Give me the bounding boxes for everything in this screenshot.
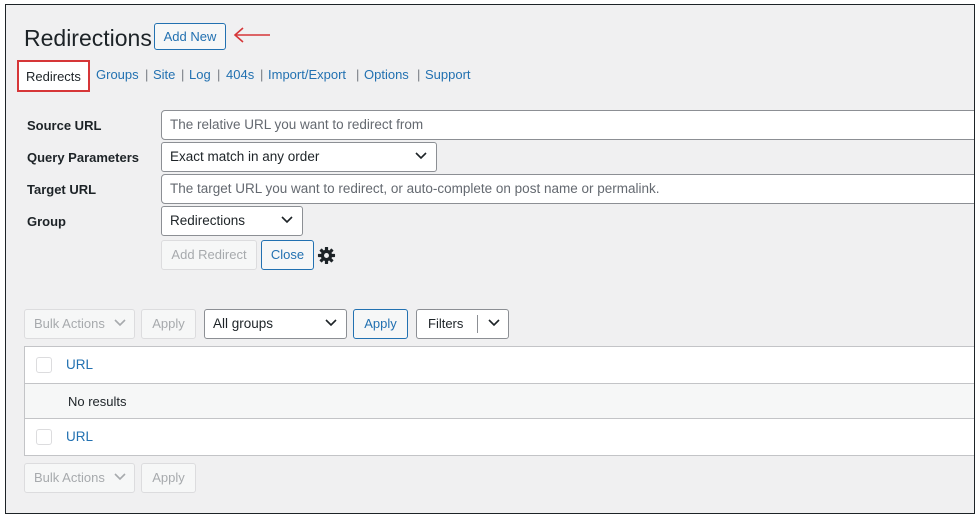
url-column-header[interactable]: URL xyxy=(66,357,93,372)
gear-icon[interactable] xyxy=(317,246,336,265)
query-parameters-select[interactable]: Exact match in any order xyxy=(161,142,437,172)
subnav-separator: | xyxy=(260,67,264,82)
url-column-footer[interactable]: URL xyxy=(66,429,93,444)
group-select[interactable]: Redirections xyxy=(161,206,303,236)
chevron-down-icon xyxy=(281,216,293,224)
subnav-log[interactable]: Log xyxy=(189,60,211,92)
bulk-actions-value: Bulk Actions xyxy=(34,316,105,331)
subnav-support[interactable]: Support xyxy=(425,60,471,92)
no-results-message: No results xyxy=(68,394,127,409)
source-url-label: Source URL xyxy=(27,118,102,133)
chevron-down-icon xyxy=(114,319,126,327)
select-all-checkbox-footer[interactable] xyxy=(36,429,52,445)
bulk-apply-button-bottom[interactable]: Apply xyxy=(141,463,196,493)
subnav-separator: | xyxy=(356,67,360,82)
select-all-checkbox[interactable] xyxy=(36,357,52,373)
subnav-separator: | xyxy=(417,67,421,82)
query-parameters-label: Query Parameters xyxy=(27,150,140,165)
close-button[interactable]: Close xyxy=(261,240,314,270)
group-filter-value: All groups xyxy=(213,316,274,331)
table-footer-row: URL xyxy=(25,419,974,455)
page-title: Redirections xyxy=(24,25,152,51)
bulk-apply-button[interactable]: Apply xyxy=(141,309,196,339)
filters-button[interactable]: Filters xyxy=(416,309,509,339)
subnav-404s[interactable]: 404s xyxy=(226,60,254,92)
add-redirect-button[interactable]: Add Redirect xyxy=(161,240,257,270)
group-label: Group xyxy=(27,214,66,229)
subnav-separator: | xyxy=(217,67,221,82)
target-url-input[interactable]: The target URL you want to redirect, or … xyxy=(161,174,974,204)
filters-divider xyxy=(477,315,478,333)
target-url-label: Target URL xyxy=(27,182,97,197)
bulk-actions-value-bottom: Bulk Actions xyxy=(34,470,105,485)
group-value: Redirections xyxy=(170,213,246,228)
chevron-down-icon xyxy=(415,152,427,160)
redirects-table: URL No results URL xyxy=(24,346,974,456)
chevron-down-icon xyxy=(114,473,126,481)
bulk-actions-select[interactable]: Bulk Actions xyxy=(24,309,135,339)
subnav-redirects[interactable]: Redirects xyxy=(17,60,90,92)
subnav-site[interactable]: Site xyxy=(153,60,175,92)
add-new-button[interactable]: Add New xyxy=(154,23,226,50)
chevron-down-icon[interactable] xyxy=(488,319,500,327)
bulk-actions-select-bottom[interactable]: Bulk Actions xyxy=(24,463,135,493)
left-arrow-icon xyxy=(233,27,270,43)
subnav-separator: | xyxy=(145,67,149,82)
subnav-separator: | xyxy=(181,67,185,82)
subnav-groups[interactable]: Groups xyxy=(96,60,139,92)
source-url-input[interactable]: The relative URL you want to redirect fr… xyxy=(161,110,974,140)
query-parameters-value: Exact match in any order xyxy=(170,149,320,164)
table-row: No results xyxy=(25,383,974,419)
subnav-options[interactable]: Options xyxy=(364,60,409,92)
redirection-admin-page: Redirections Add New Redirects Groups | … xyxy=(5,4,975,514)
filter-apply-button[interactable]: Apply xyxy=(353,309,408,339)
chevron-down-icon xyxy=(325,319,337,327)
subnav-import-export[interactable]: Import/Export xyxy=(268,60,346,92)
group-filter-select[interactable]: All groups xyxy=(204,309,347,339)
table-header-row: URL xyxy=(25,347,974,383)
filters-label: Filters xyxy=(428,316,464,331)
